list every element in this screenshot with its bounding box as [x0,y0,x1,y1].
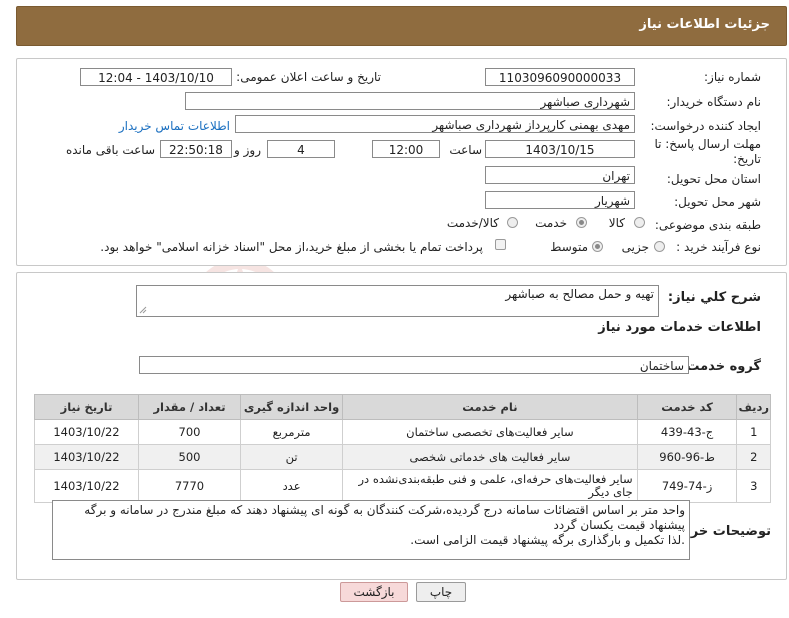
cell-code: ز-74-749 [636,469,738,503]
deadline-time-label: ساعت [449,143,482,157]
table-row: 3 ز-74-749 سایر فعالیت‌های حرفه‌ای، علمی… [34,469,771,503]
buyer-notes-textarea[interactable]: واحد متر بر اساس اقتضائات سامانه درج گرد… [52,500,690,560]
services-section-title: اطلاعات خدمات مورد نیاز [598,320,761,335]
cell-name: سایر فعالیت‌های حرفه‌ای، علمی و فنی طبقه… [342,469,638,503]
announce-datetime-field[interactable]: 1403/10/10 - 12:04 [80,68,232,86]
cell-row: 2 [736,444,771,470]
process-radio-medium[interactable] [592,241,603,252]
page-title: جزئیات اطلاعات نیاز [639,17,770,32]
cell-code: ط-96-960 [636,444,738,470]
summary-label: شرح کلي نياز: [667,290,761,305]
cell-code: ج-43-439 [636,419,738,445]
buyer-org-label: نام دستگاه خریدار: [666,95,762,109]
service-group-field[interactable]: ساختمان [139,356,689,374]
services-table: ردیف کد خدمت نام خدمت واحد اندازه گیری ت… [34,394,771,503]
col-quantity: تعداد / مقدار [137,394,242,420]
deadline-label: مهلت ارسال پاسخ: تا [654,137,761,151]
cell-quantity: 500 [137,444,242,470]
category-radio-service[interactable] [576,217,587,228]
days-label: روز و [234,143,261,157]
cell-need-date: 1403/10/22 [34,444,139,470]
creator-label: ایجاد کننده درخواست: [650,119,761,133]
deadline-date-field[interactable]: 1403/10/15 [485,140,635,158]
print-button[interactable]: چاپ [416,582,466,602]
deadline-time-field[interactable]: 12:00 [372,140,440,158]
remaining-time-field[interactable]: 22:50:18 [160,140,232,158]
table-row: 2 ط-96-960 سایر فعالیت های خدماتی شخصی ت… [34,444,771,470]
cell-row: 1 [736,419,771,445]
category-option-goods-service: کالا/خدمت [446,216,499,230]
buyer-notes-line-1: واحد متر بر اساس اقتضائات سامانه درج گرد… [84,503,685,532]
cell-row: 3 [736,469,771,503]
remaining-time-label: ساعت باقی مانده [65,143,155,157]
buyer-org-field[interactable]: شهرداری صباشهر [185,92,635,110]
cell-name: سایر فعالیت های خدماتی شخصی [342,444,638,470]
col-code: کد خدمت [636,394,738,420]
announce-datetime-label: تاریخ و ساعت اعلان عمومی: [236,70,381,84]
page-header: جزئیات اطلاعات نیاز [16,6,787,46]
col-row: ردیف [736,394,771,420]
need-number-label: شماره نیاز: [704,70,761,84]
summary-textarea[interactable]: تهیه و حمل مصالح به صباشهر [136,285,659,317]
creator-field[interactable]: مهدی بهمنی کارپرداز شهرداری صباشهر [235,115,635,133]
cell-name: سایر فعالیت‌های تخصصی ساختمان [342,419,638,445]
deadline-label-date: تاریخ: [733,152,761,166]
cell-unit: مترمربع [239,419,344,445]
cell-quantity: 700 [137,419,242,445]
treasury-payment-note: پرداخت تمام یا بخشی از مبلغ خرید،از محل … [100,240,483,254]
province-field[interactable]: تهران [485,166,635,184]
table-row: 1 ج-43-439 سایر فعالیت‌های تخصصی ساختمان… [34,419,771,445]
category-label: طبقه بندی موضوعی: [654,218,761,232]
cell-unit: تن [239,444,344,470]
category-option-goods: کالا [608,216,625,230]
cell-need-date: 1403/10/22 [34,419,139,445]
city-label: شهر محل تحویل: [674,195,761,209]
category-option-service: خدمت [535,216,567,230]
need-info-panel [16,58,787,266]
days-remaining-field[interactable]: 4 [267,140,335,158]
buyer-notes-line-2: .لذا تکمیل و بارگذاری برگه پیشنهاد قیمت … [410,533,685,547]
category-radio-goods-service[interactable] [507,217,518,228]
process-radio-minor[interactable] [654,241,665,252]
process-option-medium: متوسط [550,240,588,254]
cell-quantity: 7770 [137,469,242,503]
process-option-minor: جزیی [621,240,649,254]
resize-handle-icon[interactable] [139,306,147,314]
back-button[interactable]: بازگشت [340,582,408,602]
treasury-payment-checkbox[interactable] [495,239,506,250]
col-need-date: تاریخ نیاز [34,394,139,420]
province-label: استان محل تحویل: [666,172,761,186]
cell-need-date: 1403/10/22 [34,469,139,503]
service-group-label: گروه خدمت: [681,359,761,374]
buyer-contact-link[interactable]: اطلاعات تماس خریدار [119,119,230,133]
cell-unit: عدد [239,469,344,503]
city-field[interactable]: شهریار [485,191,635,209]
col-unit: واحد اندازه گیری [239,394,344,420]
col-name: نام خدمت [342,394,638,420]
process-type-label: نوع فرآیند خرید : [676,240,761,254]
category-radio-goods[interactable] [634,217,645,228]
table-header-row: ردیف کد خدمت نام خدمت واحد اندازه گیری ت… [34,394,771,420]
need-number-field[interactable]: 1103096090000033 [485,68,635,86]
